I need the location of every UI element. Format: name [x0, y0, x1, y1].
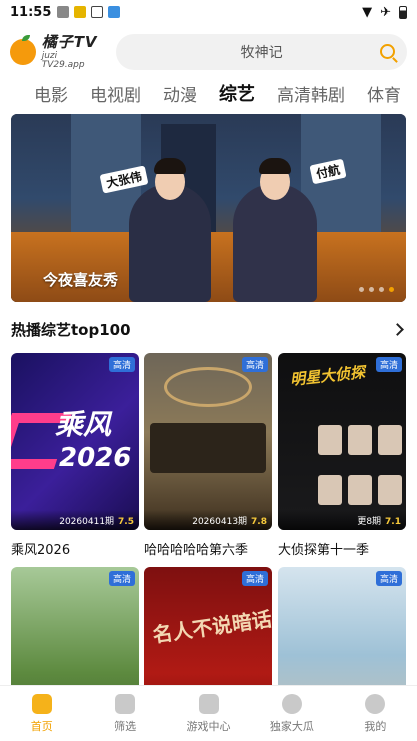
bottom-nav: 首页 筛选 游戏中心 独家大瓜 我的	[0, 685, 417, 741]
poster-cast	[348, 425, 372, 455]
hd-badge: 高清	[108, 571, 135, 586]
show-card[interactable]: 乘风 2026 高清 20260411期 7.5 乘风2026	[11, 353, 139, 558]
nav-profile[interactable]: 我的	[334, 686, 417, 741]
poster-year: 2026	[59, 443, 132, 473]
poster-cast	[348, 475, 372, 505]
app-logo: 橘子TV juzi TV29.app	[10, 32, 102, 70]
home-icon	[31, 693, 52, 714]
search-placeholder: 牧神记	[240, 45, 283, 61]
tab-tv-series[interactable]: 电视剧	[90, 81, 141, 106]
banner-host-right	[233, 184, 317, 302]
nav-label: 游戏中心	[186, 719, 231, 733]
poster-text: 明星大侦探	[289, 363, 366, 389]
rating-score: 7.5	[118, 517, 134, 527]
show-poster[interactable]: 高清 20260413期 7.8	[144, 353, 272, 530]
poster-cast	[378, 475, 402, 505]
tab-anime[interactable]: 动漫	[163, 81, 197, 106]
airplane-icon: ✈	[380, 4, 391, 20]
leaf-icon	[281, 693, 302, 714]
nav-label: 我的	[364, 719, 387, 733]
poster-cast	[150, 423, 266, 473]
show-title[interactable]: 哈哈哈哈哈第六季	[144, 539, 272, 558]
notification-app-icon	[74, 6, 87, 18]
tab-movie[interactable]: 电影	[34, 81, 68, 106]
status-bar: 11:55 ▼ ✈	[0, 0, 417, 24]
chevron-right-icon[interactable]	[391, 322, 404, 336]
pagination-dot[interactable]	[359, 287, 364, 292]
poster-meta: 20260413期 7.8	[144, 510, 272, 530]
poster-cast	[318, 425, 342, 455]
poster-graphic	[164, 367, 252, 407]
game-icon	[198, 693, 219, 714]
hd-badge: 高清	[241, 571, 268, 586]
poster-cast	[318, 475, 342, 505]
hd-badge: 高清	[375, 357, 402, 372]
poster-meta: 20260411期 7.5	[11, 510, 139, 530]
app-name: 橘子TV	[41, 32, 98, 51]
pagination-dot[interactable]	[379, 287, 384, 292]
tab-korean-drama[interactable]: 高清韩剧	[277, 81, 345, 106]
poster-text: 名人不说暗话	[151, 606, 272, 648]
nav-label: 筛选	[114, 719, 137, 733]
section-title: 热播综艺top100	[11, 320, 131, 339]
search-icon[interactable]	[380, 44, 395, 59]
category-tabs: 电影 电视剧 动漫 综艺 高清韩剧 体育	[0, 78, 417, 108]
poster-cast	[378, 425, 402, 455]
profile-icon	[365, 693, 386, 714]
search-bar[interactable]: 牧神记	[116, 34, 407, 70]
banner-host-left	[129, 184, 211, 302]
wifi-icon: ▼	[362, 4, 373, 20]
section-header[interactable]: 热播综艺top100	[11, 318, 406, 340]
nav-filter[interactable]: 筛选	[83, 686, 166, 741]
hero-banner[interactable]: 大张伟 付航 今夜喜友秀	[11, 114, 406, 302]
hd-badge: 高清	[375, 571, 402, 586]
banner-title: 今夜喜友秀	[43, 271, 119, 289]
app-header: 橘子TV juzi TV29.app 牧神记	[0, 30, 417, 74]
poster-meta: 更8期 7.1	[278, 510, 406, 530]
show-card[interactable]: 高清 20260413期 7.8 哈哈哈哈哈第六季	[144, 353, 272, 558]
battery-icon	[399, 5, 407, 19]
signal-app-icon	[57, 6, 70, 18]
hd-badge: 高清	[108, 357, 135, 372]
show-poster[interactable]: 乘风 2026 高清 20260411期 7.5	[11, 353, 139, 530]
photo-app-icon	[108, 6, 121, 18]
filter-icon	[115, 693, 136, 714]
nav-label: 首页	[30, 719, 53, 733]
hd-badge: 高清	[241, 357, 268, 372]
tab-variety[interactable]: 综艺	[219, 80, 255, 106]
show-title[interactable]: 大侦探第十一季	[278, 539, 406, 558]
pagination-dot-active[interactable]	[389, 287, 394, 292]
show-card[interactable]: 明星大侦探 高清 更8期 7.1 大侦探第十一季	[278, 353, 406, 558]
banner-host-hair	[154, 158, 186, 174]
banner-host-hair	[259, 158, 291, 174]
rating-score: 7.8	[251, 517, 267, 527]
poster-text: 乘风	[55, 408, 112, 441]
tab-sports[interactable]: 体育	[367, 81, 401, 106]
nav-label: 独家大瓜	[269, 719, 314, 733]
cube-icon	[91, 6, 104, 18]
show-title[interactable]: 乘风2026	[11, 539, 139, 558]
rating-score: 7.1	[385, 517, 401, 527]
show-poster[interactable]: 明星大侦探 高清 更8期 7.1	[278, 353, 406, 530]
episode-date: 更8期	[357, 517, 382, 527]
banner-pagination	[359, 287, 394, 292]
pagination-dot[interactable]	[369, 287, 374, 292]
orange-logo-icon	[10, 35, 36, 65]
app-domain: juzi TV29.app	[41, 50, 85, 70]
nav-exclusive-gossip[interactable]: 独家大瓜	[250, 686, 333, 741]
episode-date: 20260411期	[59, 517, 115, 527]
episode-date: 20260413期	[192, 517, 248, 527]
nav-home[interactable]: 首页	[0, 686, 83, 741]
nav-game-center[interactable]: 游戏中心	[167, 686, 250, 741]
status-time: 11:55	[10, 4, 52, 20]
